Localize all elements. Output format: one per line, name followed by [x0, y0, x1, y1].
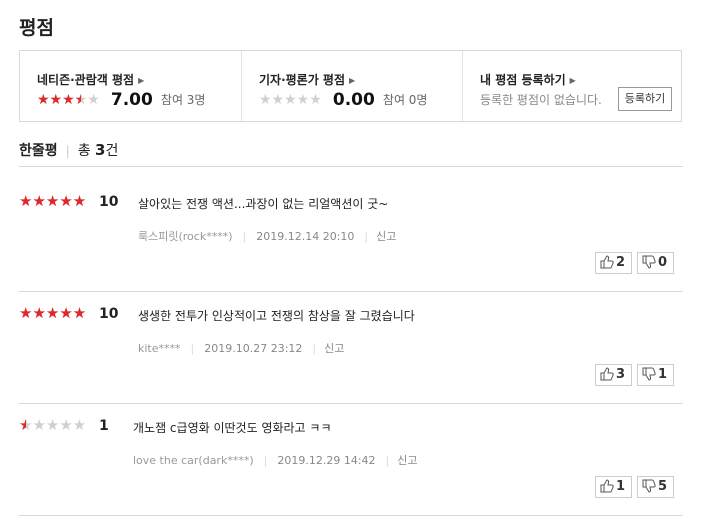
- chevron-right-icon: ▶: [138, 76, 145, 85]
- critic-star-rating: ★★★★★★★★★★: [259, 91, 322, 108]
- review-date: 2019.12.29 14:42: [277, 454, 376, 467]
- divider: [19, 403, 683, 404]
- netizen-rating-panel: 네티즌·관람객 평점▶ ★★★★★★★★★★ 7.00 참여 3명: [20, 51, 241, 121]
- my-rating-link[interactable]: 내 평점 등록하기 ▶: [480, 71, 576, 88]
- dislike-count: 0: [658, 255, 668, 270]
- thumbs-down-icon: [642, 255, 656, 269]
- review-score: 10: [99, 194, 119, 210]
- review-star-rating: ★★★★★★★★★★: [19, 192, 87, 210]
- register-rating-button[interactable]: 등록하기: [618, 87, 672, 111]
- dislike-button[interactable]: 0: [637, 252, 675, 274]
- divider: |: [65, 144, 70, 158]
- my-rating-message: 등록한 평점이 없습니다.: [480, 93, 602, 107]
- netizen-score: 7.00: [110, 89, 153, 110]
- review-count-suffix: 건: [105, 143, 119, 159]
- critic-rating-panel: 기자·평론가 평점▶ ★★★★★★★★★★ 0.00 참여 0명: [241, 51, 463, 121]
- critic-rating-link[interactable]: 기자·평론가 평점 ▶: [259, 71, 355, 88]
- review-count: 3: [95, 141, 106, 159]
- section-title: 평점: [19, 17, 54, 39]
- critic-rating-heading: 기자·평론가 평점: [259, 73, 346, 87]
- review-author[interactable]: love the car(dark****): [133, 454, 254, 467]
- netizen-rating-heading: 네티즌·관람객 평점: [37, 73, 135, 87]
- report-link[interactable]: 신고: [324, 342, 344, 355]
- one-line-review-label: 한줄평: [19, 143, 58, 159]
- review-date: 2019.12.14 20:10: [256, 230, 355, 243]
- review-star-rating: ★★★★★★★★★★: [19, 304, 87, 322]
- review-comment: 개노잼 c급영화 이딴것도 영화라고 ㅋㅋ: [133, 421, 332, 435]
- report-link[interactable]: 신고: [376, 230, 396, 243]
- chevron-right-icon: ▶: [349, 76, 356, 85]
- review-score: 10: [99, 306, 119, 322]
- my-rating-heading: 내 평점 등록하기: [480, 73, 566, 87]
- critic-score: 0.00: [332, 89, 375, 110]
- like-button[interactable]: 2: [595, 252, 633, 274]
- report-link[interactable]: 신고: [397, 454, 417, 467]
- one-line-review-header: 한줄평 | 총 3건: [19, 140, 118, 160]
- review-count-prefix: 총: [77, 143, 91, 159]
- my-rating-panel: 내 평점 등록하기 ▶ 등록한 평점이 없습니다. 등록하기: [462, 51, 684, 121]
- like-button[interactable]: 1: [595, 476, 633, 498]
- thumbs-down-icon: [642, 479, 656, 493]
- thumbs-down-icon: [642, 367, 656, 381]
- dislike-count: 1: [658, 367, 668, 382]
- review-author[interactable]: kite****: [138, 342, 181, 355]
- like-count: 3: [616, 367, 626, 382]
- divider: [19, 166, 683, 167]
- like-count: 2: [616, 255, 626, 270]
- review-score: 1: [99, 418, 109, 434]
- critic-participants: 참여 0명: [382, 93, 428, 107]
- thumbs-up-icon: [600, 367, 614, 381]
- thumbs-up-icon: [600, 479, 614, 493]
- review-comment: 살아있는 전쟁 액션...과장이 없는 리얼액션이 굿~: [138, 197, 389, 211]
- dislike-count: 5: [658, 479, 668, 494]
- review-item: ★★★★★★★★★★ 1 개노잼 c급영화 이딴것도 영화라고 ㅋㅋ love …: [19, 418, 683, 498]
- netizen-star-rating: ★★★★★★★★★★: [37, 91, 100, 108]
- like-button[interactable]: 3: [595, 364, 633, 386]
- review-comment: 생생한 전투가 인상적이고 전쟁의 참상을 잘 그렸습니다: [138, 309, 415, 323]
- dislike-button[interactable]: 5: [637, 476, 675, 498]
- review-author[interactable]: 룩스피릿(rock****): [138, 230, 233, 243]
- review-date: 2019.10.27 23:12: [204, 342, 303, 355]
- dislike-button[interactable]: 1: [637, 364, 675, 386]
- review-item: ★★★★★ ★★★★★ 10 살아있는 전쟁 액션...과장이 없는 리얼액션이 …: [19, 194, 683, 274]
- review-item: ★★★★★ ★★★★★ 10 생생한 전투가 인상적이고 전쟁의 참상을 잘 그렸…: [19, 306, 683, 386]
- divider: [19, 291, 683, 292]
- thumbs-up-icon: [600, 255, 614, 269]
- netizen-participants: 참여 3명: [160, 93, 206, 107]
- review-star-rating: ★★★★★★★★★★: [19, 416, 87, 434]
- netizen-rating-link[interactable]: 네티즌·관람객 평점 ▶: [37, 71, 144, 88]
- divider: [19, 515, 683, 516]
- rating-summary-box: 네티즌·관람객 평점▶ ★★★★★★★★★★ 7.00 참여 3명 기자·평론가…: [19, 50, 682, 122]
- chevron-right-icon: ▶: [569, 76, 576, 85]
- like-count: 1: [616, 479, 626, 494]
